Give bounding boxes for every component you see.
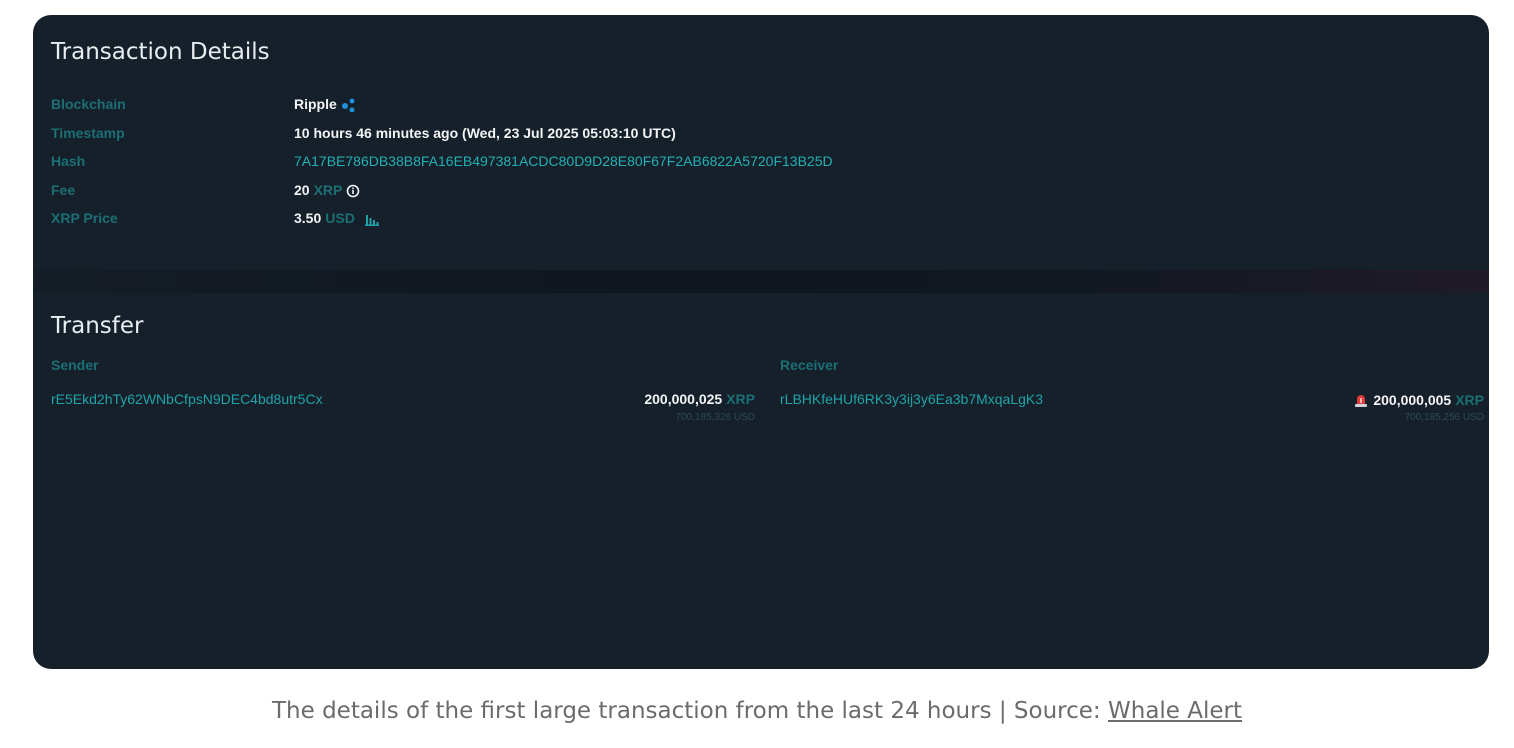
source-link[interactable]: Whale Alert (1108, 698, 1242, 724)
fee-amount: 20 (294, 182, 310, 199)
section-divider (33, 270, 1489, 293)
xrp-price-amount: 3.50 (294, 210, 322, 226)
fee-unit: XRP (313, 182, 343, 199)
blockchain-value: Ripple (294, 96, 356, 113)
transaction-card: Transaction Details Blockchain Ripple Ti… (33, 15, 1489, 669)
sender-usd: 700,185,326 USD (675, 412, 755, 423)
receiver-address-link[interactable]: rLBHKfeHUf6RK3y3ij3y6Ea3b7MxqaLgK3 (780, 391, 1043, 407)
sender-amount: 200,000,025 XRP (644, 391, 755, 407)
xrp-price-unit: USD (325, 210, 355, 226)
details-title: Transaction Details (51, 39, 270, 65)
sender-label: Sender (51, 357, 99, 373)
receiver-label: Receiver (780, 357, 839, 373)
info-icon[interactable] (346, 182, 360, 198)
siren-icon (1353, 391, 1369, 408)
receiver-amount: 200,000,005 XRP (1353, 391, 1484, 408)
receiver-amount-value: 200,000,005 (1373, 391, 1452, 408)
timestamp-value: 10 hours 46 minutes ago (Wed, 23 Jul 202… (294, 125, 676, 141)
blockchain-name: Ripple (294, 96, 337, 113)
chart-icon[interactable] (364, 210, 379, 226)
blockchain-label: Blockchain (51, 96, 126, 112)
sender-amount-value: 200,000,025 (644, 391, 723, 407)
ripple-logo-icon (341, 96, 356, 113)
xrp-price-value: 3.50 USD (294, 210, 379, 226)
hash-link[interactable]: 7A17BE786DB38B8FA16EB497381ACDC80D9D28E8… (294, 153, 833, 169)
sender-amount-unit: XRP (726, 391, 755, 407)
image-caption: The details of the first large transacti… (0, 698, 1514, 724)
timestamp-label: Timestamp (51, 125, 125, 141)
transfer-title: Transfer (51, 313, 144, 339)
receiver-amount-unit: XRP (1455, 391, 1484, 408)
receiver-usd: 700,185,256 USD (1404, 412, 1484, 423)
caption-text: The details of the first large transacti… (271, 698, 1108, 724)
xrp-price-label: XRP Price (51, 210, 118, 226)
hash-label: Hash (51, 153, 86, 169)
sender-address-link[interactable]: rE5Ekd2hTy62WNbCfpsN9DEC4bd8utr5Cx (51, 391, 323, 407)
fee-value: 20 XRP (294, 182, 360, 198)
fee-label: Fee (51, 182, 76, 198)
